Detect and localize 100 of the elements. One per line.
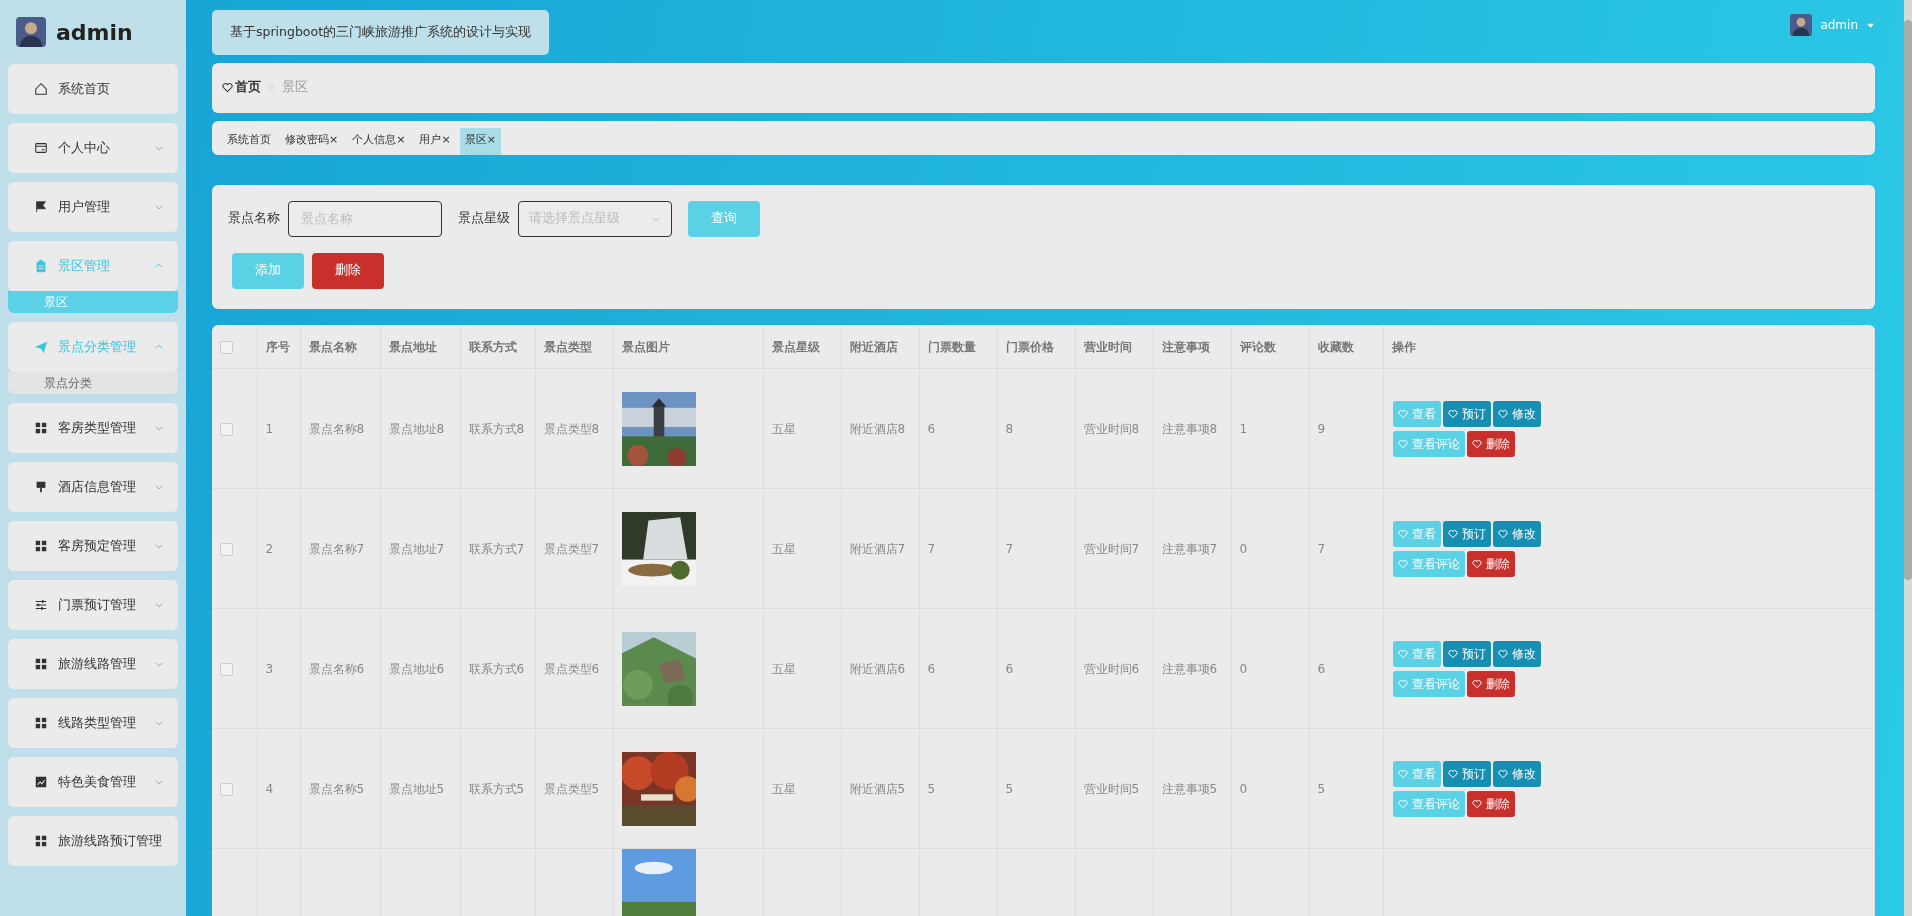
- breadcrumb-link[interactable]: 首页: [235, 78, 261, 98]
- row-checkbox[interactable]: [220, 422, 233, 436]
- table-cell: 营业时间8: [1083, 421, 1140, 436]
- table-cell: 营业时间7: [1083, 541, 1140, 556]
- tab[interactable]: 个人信息×: [347, 128, 411, 155]
- table-cell: 景点类型7: [543, 541, 600, 556]
- action-button[interactable]: 修改: [1492, 640, 1541, 667]
- action-button[interactable]: 预订: [1442, 520, 1491, 547]
- chevron-icon: [154, 202, 164, 212]
- grid-icon: [34, 716, 48, 730]
- table-cell: 景点类型8: [543, 421, 600, 436]
- heart-icon: [222, 82, 233, 94]
- heart-icon: [1397, 528, 1408, 539]
- table-cell: 0: [1239, 541, 1248, 556]
- sidebar-item[interactable]: 旅游线路预订管理: [8, 816, 178, 866]
- flag-icon: [34, 200, 48, 214]
- heart-icon: [1471, 798, 1482, 809]
- grid-icon: [34, 657, 48, 671]
- heart-icon: [1471, 558, 1482, 569]
- field-label: 景点名称: [228, 209, 280, 228]
- action-button[interactable]: 删除: [1466, 430, 1515, 457]
- table-cell: 8: [1005, 421, 1014, 436]
- table-cell: 3: [265, 661, 274, 676]
- column-header: 景点地址: [380, 324, 460, 369]
- table-cell: 6: [1317, 661, 1326, 676]
- sidebar-item[interactable]: 用户管理: [8, 182, 178, 232]
- sidebar-subitem[interactable]: 景点分类: [8, 372, 178, 394]
- clipboard-icon: [34, 259, 48, 273]
- table-cell: 注意事项7: [1161, 541, 1218, 556]
- table-cell: 2: [265, 541, 274, 556]
- table-cell: 注意事项6: [1161, 661, 1218, 676]
- table-cell: 5: [927, 781, 936, 796]
- sidebar-item[interactable]: 客房类型管理: [8, 403, 178, 453]
- column-header: 门票价格: [997, 324, 1075, 369]
- table-cell: 联系方式8: [468, 421, 525, 436]
- chevron-icon: [154, 777, 164, 787]
- sliders-icon: [34, 598, 48, 612]
- field-label: 景点星级: [458, 209, 510, 228]
- column-header: 营业时间: [1075, 324, 1153, 369]
- avatar-icon: [16, 17, 46, 47]
- sidebar-item[interactable]: 客房预定管理: [8, 521, 178, 571]
- table-cell: 景点地址5: [388, 781, 445, 796]
- sidebar-item[interactable]: 旅游线路管理: [8, 639, 178, 689]
- table-cell: 1: [1239, 421, 1248, 436]
- chevron-icon: [154, 342, 164, 352]
- sidebar-item[interactable]: 系统首页: [8, 64, 178, 114]
- column-header: 景点类型: [535, 324, 613, 369]
- action-button[interactable]: 预订: [1442, 760, 1491, 787]
- sidebar-item[interactable]: 门票预订管理: [8, 580, 178, 630]
- sidebar-item[interactable]: 个人中心: [8, 123, 178, 173]
- action-button[interactable]: 删除: [1466, 550, 1515, 577]
- action-button[interactable]: 修改: [1492, 400, 1541, 427]
- table-cell: 景点地址8: [388, 421, 445, 436]
- table-cell: 6: [927, 661, 936, 676]
- tab[interactable]: 系统首页: [222, 128, 276, 155]
- sidebar-item[interactable]: 线路类型管理: [8, 698, 178, 748]
- table-cell: 6: [1005, 661, 1014, 676]
- grid-icon: [34, 421, 48, 435]
- row-checkbox[interactable]: [220, 662, 233, 676]
- column-header: 景点星级: [763, 324, 841, 369]
- chevron-icon: [154, 482, 164, 492]
- chevron-icon: [154, 659, 164, 669]
- tab[interactable]: 用户×: [414, 128, 456, 155]
- tab[interactable]: 景区×: [459, 128, 501, 155]
- heart-icon: [1497, 408, 1508, 419]
- column-header: 注意事项: [1153, 324, 1231, 369]
- action-button[interactable]: 删除: [1466, 670, 1515, 697]
- heart-icon: [1447, 648, 1458, 659]
- table-cell: 景点地址6: [388, 661, 445, 676]
- table-cell: 注意事项8: [1161, 421, 1218, 436]
- action-button[interactable]: 修改: [1492, 760, 1541, 787]
- action-button[interactable]: 预订: [1442, 400, 1491, 427]
- table-cell: 9: [1317, 421, 1326, 436]
- chart-icon: [34, 775, 48, 789]
- row-checkbox[interactable]: [220, 782, 233, 796]
- heart-icon: [1397, 768, 1408, 779]
- table-cell: 景点名称5: [308, 781, 365, 796]
- tab[interactable]: 修改密码×: [280, 128, 344, 155]
- table-cell: 景点名称8: [308, 421, 365, 436]
- heart-icon: [1397, 558, 1408, 569]
- user-name: admin: [56, 18, 133, 47]
- delete-button[interactable]: 删除: [312, 252, 384, 289]
- chevron-icon: [154, 423, 164, 433]
- action-button[interactable]: 修改: [1492, 520, 1541, 547]
- action-button[interactable]: 预订: [1442, 640, 1491, 667]
- heart-icon: [1497, 768, 1508, 779]
- heart-icon: [1397, 798, 1408, 809]
- paper-plane-icon: [34, 340, 48, 354]
- row-checkbox[interactable]: [220, 542, 233, 556]
- chevron-icon: [154, 541, 164, 551]
- column-header: 景点图片: [613, 324, 763, 369]
- table-cell: 5: [1317, 781, 1326, 796]
- action-button[interactable]: 删除: [1466, 790, 1515, 817]
- table-cell: 4: [265, 781, 274, 796]
- select-all-checkbox[interactable]: [220, 340, 233, 354]
- sidebar-item[interactable]: 酒店信息管理: [8, 462, 178, 512]
- card-icon: [34, 141, 48, 155]
- sidebar-item[interactable]: 特色美食管理: [8, 757, 178, 807]
- heart-icon: [1471, 678, 1482, 689]
- avatar-icon: [1790, 14, 1813, 36]
